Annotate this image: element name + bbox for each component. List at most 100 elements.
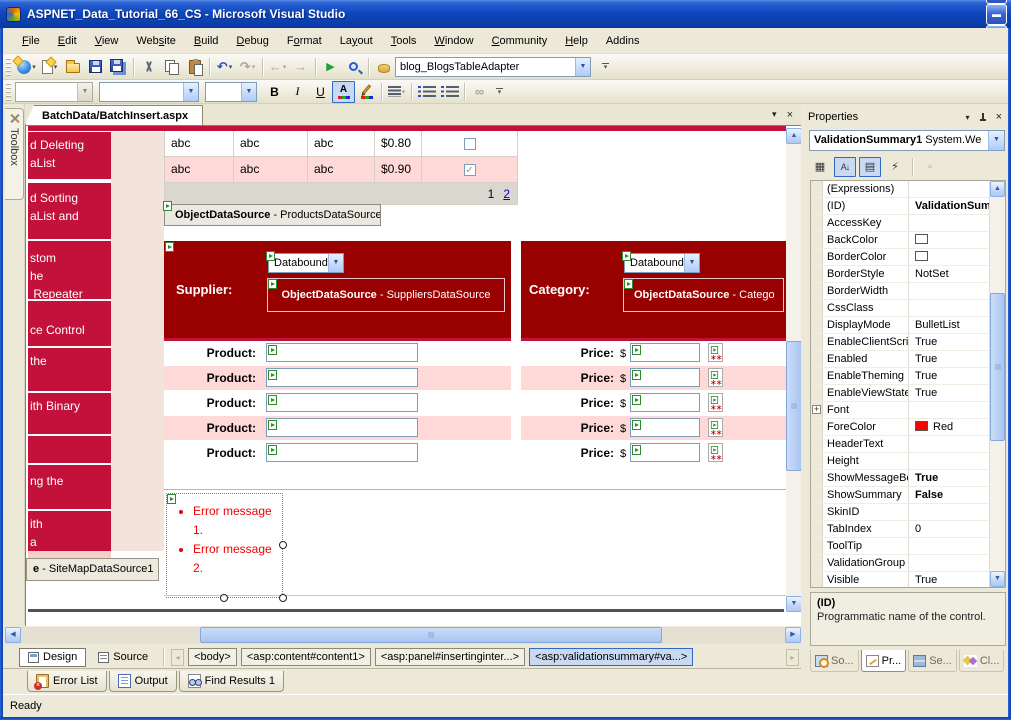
menu-tools[interactable]: Tools <box>382 31 426 51</box>
tag-navigator-right-button[interactable]: ▸ <box>786 648 799 666</box>
menu-build[interactable]: Build <box>185 31 227 51</box>
menu-format[interactable]: Format <box>278 31 331 51</box>
asp-control-glyph-icon[interactable] <box>622 251 631 261</box>
product-name-textbox[interactable] <box>266 368 418 387</box>
menu-edit[interactable]: Edit <box>49 31 86 51</box>
scroll-up-icon[interactable]: ▲ <box>786 128 801 144</box>
menu-view[interactable]: View <box>86 31 128 51</box>
auto-hide-pin-icon[interactable] <box>979 112 987 122</box>
dropdown-arrow-icon[interactable]: ▼ <box>684 254 699 272</box>
resize-handle-corner[interactable] <box>279 594 287 602</box>
scroll-right-icon[interactable]: ▶ <box>785 627 801 643</box>
tool-tab-pr[interactable]: Pr... <box>860 650 907 672</box>
menu-file[interactable]: File <box>13 31 49 51</box>
pager-page-link[interactable]: 2 <box>503 187 510 201</box>
copy-button[interactable] <box>160 56 183 78</box>
site-menu-item[interactable]: d Sorting aList and <box>28 183 111 239</box>
dropdown-arrow-icon[interactable]: ▾ <box>32 63 36 71</box>
document-tab[interactable]: BatchData/BatchInsert.aspx <box>25 105 204 125</box>
cut-button[interactable] <box>137 56 160 78</box>
menu-window[interactable]: Window <box>425 31 482 51</box>
asp-control-glyph-icon[interactable] <box>167 494 176 504</box>
compare-validator-control[interactable] <box>708 418 723 437</box>
scroll-down-icon[interactable]: ▼ <box>990 571 1005 587</box>
asp-control-glyph-icon[interactable] <box>632 345 641 355</box>
toolbar-overflow-button[interactable]: ▾ <box>599 57 612 77</box>
tag-navigator-item[interactable]: <asp:validationsummary#va...> <box>529 648 694 666</box>
discontinued-checkbox[interactable] <box>463 137 476 150</box>
asp-control-glyph-icon[interactable] <box>268 345 277 355</box>
navigate-forward-button[interactable]: → <box>289 56 312 78</box>
undo-button[interactable]: ↶ ▾ <box>213 56 236 78</box>
alphabetical-button[interactable]: A↓ <box>834 156 856 177</box>
categorized-button[interactable]: ▦ <box>809 157 831 177</box>
panel-menu-icon[interactable]: ▾ <box>966 113 970 122</box>
toolbar-overflow-button[interactable]: ▾ <box>493 82 506 102</box>
source-view-tab[interactable]: Source <box>90 648 156 667</box>
menu-addins[interactable]: Addins <box>597 31 649 51</box>
bold-button[interactable]: B <box>263 81 286 103</box>
asp-control-glyph-icon[interactable] <box>266 251 275 261</box>
compare-validator-control[interactable] <box>708 443 723 462</box>
properties-view-button[interactable]: ▤ <box>859 156 881 177</box>
combo-dropdown-icon[interactable]: ▼ <box>241 82 256 101</box>
highlight-color-button[interactable] <box>355 81 378 103</box>
save-all-button[interactable] <box>107 56 130 78</box>
scroll-up-icon[interactable]: ▲ <box>990 181 1005 197</box>
dropdown-arrow-icon[interactable]: ▾ <box>252 63 256 71</box>
resize-handle-bottom[interactable] <box>220 594 228 602</box>
underline-button[interactable]: U <box>309 81 332 103</box>
new-website-button[interactable]: ▾ <box>15 56 38 78</box>
save-button[interactable] <box>84 56 107 78</box>
resize-handle-right[interactable] <box>279 541 287 549</box>
object-selector-combo[interactable]: ValidationSummary1 System.We ▼ <box>809 130 1005 151</box>
close-document-icon[interactable]: × <box>787 109 793 121</box>
alignment-button[interactable]: ▾ <box>385 81 408 103</box>
scroll-left-icon[interactable]: ◀ <box>5 627 21 643</box>
discontinued-checkbox[interactable]: ✓ <box>463 163 476 176</box>
site-menu-item[interactable]: ith a <box>28 511 111 551</box>
properties-scrollbar[interactable]: ▲ ▼ <box>989 181 1005 587</box>
hyperlink-button[interactable]: ∞ <box>468 81 491 103</box>
combo-dropdown-icon[interactable]: ▼ <box>183 82 198 101</box>
design-horizontal-scrollbar[interactable]: ◀ ▶ <box>5 627 801 644</box>
panel-tab-error-list[interactable]: Error List <box>27 671 107 692</box>
design-vertical-scrollbar[interactable]: ▲ ▼ <box>786 128 801 612</box>
asp-control-glyph-icon[interactable] <box>268 279 277 289</box>
site-menu-item[interactable] <box>28 436 111 463</box>
asp-control-glyph-icon[interactable] <box>268 395 277 405</box>
design-view-tab[interactable]: Design <box>19 647 87 667</box>
tag-navigator-item[interactable]: <body> <box>188 648 237 666</box>
product-name-textbox[interactable] <box>266 443 418 462</box>
site-menu-item[interactable]: ith Binary <box>28 393 111 434</box>
table-adapter-combo[interactable]: blog_BlogsTableAdapter ▼ <box>395 56 591 77</box>
products-datasource-control[interactable]: ObjectDataSource - ProductsDataSource <box>164 204 381 226</box>
design-surface[interactable]: d Deleting aList d Sorting aList and stom … <box>25 125 801 626</box>
menu-help[interactable]: Help <box>556 31 597 51</box>
dropdown-arrow-icon[interactable]: ▾ <box>283 63 287 71</box>
combo-dropdown-icon[interactable]: ▼ <box>988 131 1004 150</box>
categories-datasource-control[interactable]: ObjectDataSource - Catego <box>623 278 784 312</box>
supplier-dropdownlist[interactable]: Databound ▼ <box>268 253 344 273</box>
site-menu-item[interactable]: the <box>28 348 111 391</box>
scrollbar-thumb[interactable] <box>786 341 801 471</box>
restore-layout-button[interactable]: ❐ <box>986 0 1007 4</box>
products-gridview[interactable]: abc abc abc $0.80 abc abc abc $0.90 ✓ 1 2 <box>164 131 518 205</box>
toolbox-tab[interactable]: Toolbox <box>5 108 24 200</box>
toolbar-grip[interactable] <box>6 82 11 101</box>
scrollbar-thumb[interactable] <box>990 293 1005 441</box>
tool-tab-se[interactable]: Se... <box>908 650 957 672</box>
site-menu-item[interactable]: stom he Repeater <box>28 241 111 299</box>
asp-control-glyph-icon[interactable] <box>268 445 277 455</box>
toolbar-grip[interactable] <box>6 57 11 76</box>
minimize-button[interactable]: ▬ <box>986 3 1007 25</box>
site-menu-item[interactable]: ng the <box>28 465 111 509</box>
asp-control-glyph-icon[interactable] <box>624 279 633 289</box>
close-panel-icon[interactable]: × <box>996 111 1002 123</box>
product-name-textbox[interactable] <box>266 393 418 412</box>
foreground-color-button[interactable]: A <box>332 80 355 103</box>
panel-tab-output[interactable]: Output <box>108 671 177 692</box>
tag-navigator-left-button[interactable]: ◂ <box>171 648 185 666</box>
dropdown-arrow-icon[interactable]: ▾ <box>402 88 406 96</box>
asp-control-glyph-icon[interactable] <box>632 445 641 455</box>
